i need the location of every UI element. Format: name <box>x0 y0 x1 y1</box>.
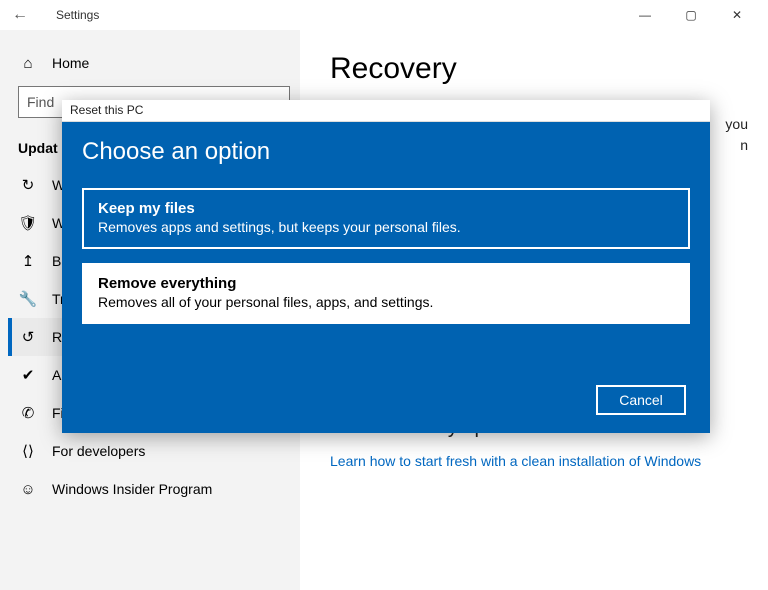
sidebar-item-label: A <box>52 367 61 383</box>
option-title: Keep my files <box>98 200 674 217</box>
sidebar-item-for-developers[interactable]: ⟨⟩ For developers <box>8 432 300 470</box>
sidebar-home[interactable]: ⌂ Home <box>8 44 300 82</box>
window-controls: — ▢ ✕ <box>622 0 760 30</box>
option-desc: Removes all of your personal files, apps… <box>98 294 674 310</box>
option-keep-my-files[interactable]: Keep my files Removes apps and settings,… <box>82 188 690 249</box>
back-icon[interactable]: ← <box>8 6 32 24</box>
insider-icon: ☺ <box>18 481 38 498</box>
close-button[interactable]: ✕ <box>714 0 760 30</box>
sidebar-item-label: Windows Insider Program <box>52 481 212 497</box>
sidebar-home-label: Home <box>52 55 89 71</box>
dialog-heading: Choose an option <box>82 138 690 166</box>
sidebar-item-label: For developers <box>52 443 145 459</box>
reset-pc-dialog: Reset this PC Choose an option Keep my f… <box>62 100 710 433</box>
dialog-title: Reset this PC <box>62 100 710 122</box>
maximize-button[interactable]: ▢ <box>668 0 714 30</box>
home-icon: ⌂ <box>18 55 38 72</box>
history-icon: ↺ <box>18 328 38 346</box>
option-desc: Removes apps and settings, but keeps you… <box>98 219 674 235</box>
cancel-button[interactable]: Cancel <box>596 385 686 415</box>
wrench-icon: 🔧 <box>18 290 38 308</box>
option-title: Remove everything <box>98 275 674 292</box>
backup-icon: ↥ <box>18 252 38 270</box>
minimize-button[interactable]: — <box>622 0 668 30</box>
device-icon: ✆ <box>18 404 38 422</box>
code-icon: ⟨⟩ <box>18 442 38 460</box>
sidebar-item-insider[interactable]: ☺ Windows Insider Program <box>8 470 300 508</box>
window-title: Settings <box>56 8 99 22</box>
option-remove-everything[interactable]: Remove everything Removes all of your pe… <box>82 263 690 324</box>
cancel-label: Cancel <box>619 392 663 408</box>
page-title: Recovery <box>330 52 756 86</box>
check-circle-icon: ✔ <box>18 366 38 384</box>
titlebar: ← Settings — ▢ ✕ <box>0 0 768 30</box>
search-placeholder: Find <box>27 94 54 110</box>
shield-icon: 🛡 <box>18 214 38 232</box>
sync-icon: ↻ <box>18 176 38 194</box>
start-fresh-link[interactable]: Learn how to start fresh with a clean in… <box>330 453 756 469</box>
